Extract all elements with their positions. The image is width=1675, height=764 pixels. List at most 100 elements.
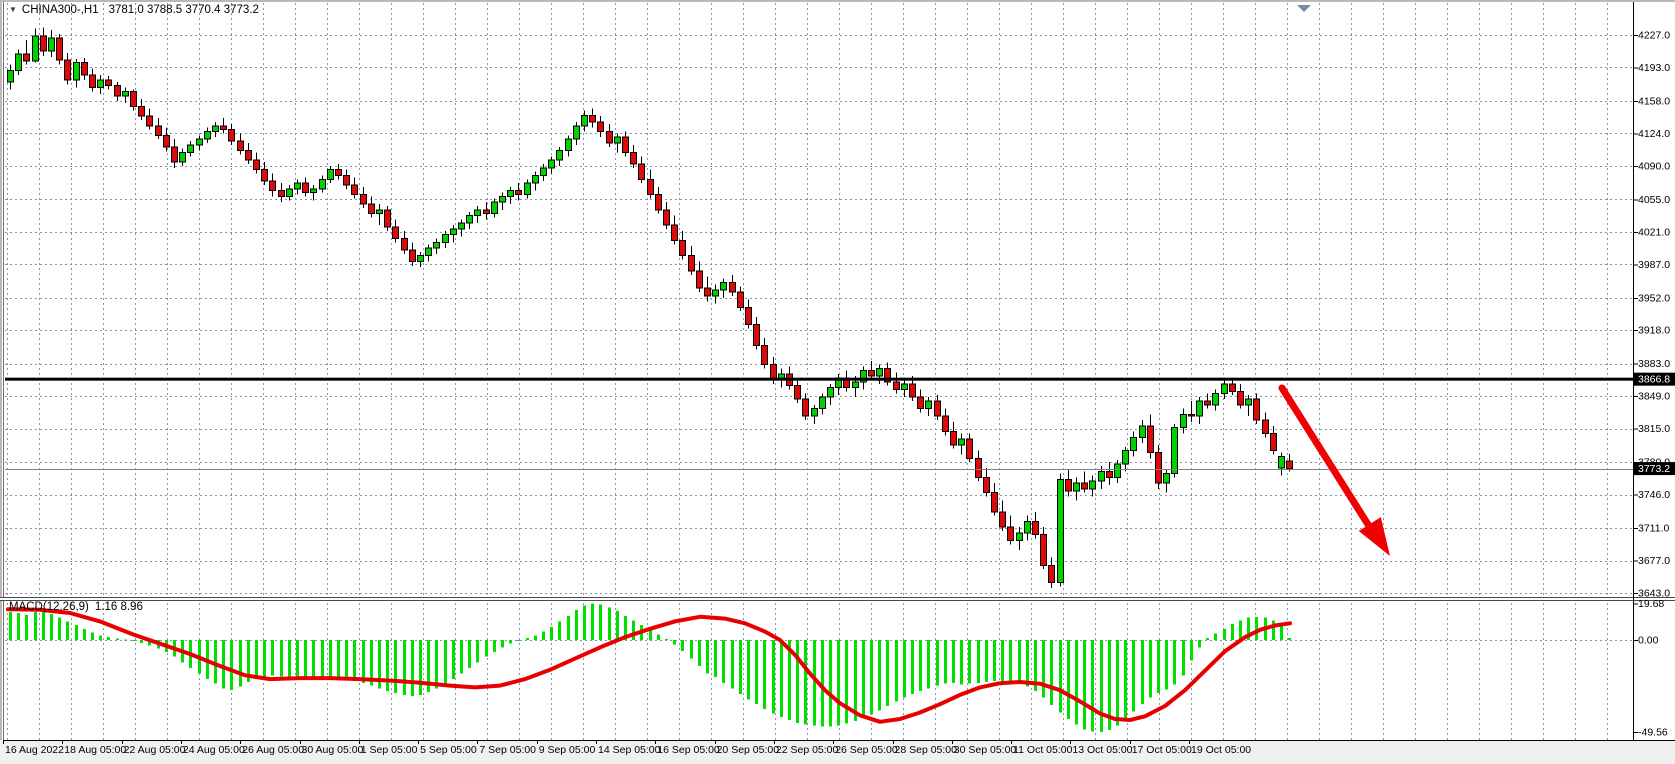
macd-bar (1091, 640, 1094, 732)
candle-body (549, 160, 555, 168)
macd-bar (403, 640, 406, 695)
candle-body (639, 164, 645, 179)
candle-body (566, 139, 572, 150)
candle-body (1115, 464, 1121, 477)
macd-axis-label: -49.56 (1638, 727, 1668, 739)
candle-body (1254, 399, 1260, 420)
macd-bar (599, 605, 602, 640)
time-axis-label: 9 Sep 05:00 (539, 744, 596, 756)
panel-separator[interactable] (0, 600, 1675, 601)
macd-bar (140, 640, 143, 643)
candle-body (853, 382, 859, 388)
candle-body (598, 122, 604, 132)
candle-body (992, 493, 998, 512)
price-axis-label: 3677.0 (1638, 555, 1670, 567)
candle-body (1008, 527, 1014, 540)
candle-body (74, 63, 80, 80)
panel-separator[interactable] (0, 597, 1675, 598)
candle-body (418, 256, 424, 262)
bid-price-line (5, 378, 1633, 381)
candle-body (459, 223, 465, 229)
price-axis-label: 4193.0 (1638, 62, 1670, 74)
candle-body (1123, 451, 1129, 464)
macd-bar (952, 640, 955, 683)
macd-bar (936, 640, 939, 686)
macd-bar (337, 640, 340, 679)
candle-body (623, 137, 629, 152)
candle-body (1000, 512, 1006, 527)
candle-body (1279, 456, 1285, 467)
candle-body (1107, 472, 1113, 478)
macd-bar (886, 640, 889, 706)
candle-body (803, 399, 809, 416)
macd-bar (17, 613, 20, 640)
candle-body (672, 225, 678, 240)
macd-bar (608, 607, 611, 640)
candle-body (557, 151, 563, 161)
macd-bar (1280, 626, 1283, 640)
candle-body (90, 75, 96, 87)
time-axis-label: 16 Aug 2022 (5, 744, 64, 756)
macd-bar (239, 640, 242, 687)
macd-bar (829, 640, 832, 726)
macd-bar (280, 640, 283, 676)
macd-bar (345, 640, 348, 680)
time-axis-label: 22 Aug 05:00 (124, 744, 186, 756)
macd-bar (796, 640, 799, 723)
macd-bar (1001, 640, 1004, 681)
macd-bar (296, 640, 299, 678)
candle-body (270, 181, 276, 191)
time-axis-label: 30 Aug 05:00 (302, 744, 364, 756)
candle-body (1099, 472, 1105, 482)
macd-bar (452, 640, 455, 679)
candle-body (336, 170, 342, 176)
candle-body (910, 384, 916, 397)
chart-canvas[interactable]: 4227.04193.04158.04124.04090.04055.04021… (0, 0, 1675, 764)
candle-body (656, 195, 662, 210)
macd-bar (968, 640, 971, 684)
macd-bar (132, 640, 135, 641)
price-axis-label: 3815.0 (1638, 423, 1670, 435)
candle-body (1017, 533, 1023, 541)
macd-bar (583, 606, 586, 640)
price-axis-label: 4055.0 (1638, 194, 1670, 206)
price-axis-label: 3883.0 (1638, 358, 1670, 370)
candle-body (254, 160, 260, 170)
time-axis-label: 17 Oct 05:00 (1132, 744, 1192, 756)
candle-body (918, 397, 924, 408)
price-axis-label: 3711.0 (1638, 523, 1669, 535)
macd-bar (911, 640, 914, 694)
macd-bar (649, 630, 652, 640)
macd-bar (772, 640, 775, 713)
candle-body (516, 191, 522, 195)
price-axis-label: 3746.0 (1638, 489, 1670, 501)
macd-bar (558, 621, 561, 640)
macd-bar (632, 620, 635, 640)
macd-bar (813, 640, 816, 726)
bid-price-tag: 3866.8 (1634, 373, 1675, 386)
macd-bar (1173, 640, 1176, 685)
last-price-tag-text: 3773.2 (1638, 463, 1670, 475)
macd-bar (706, 640, 709, 673)
candle-body (869, 370, 875, 376)
chevron-down-icon[interactable]: ▼ (9, 5, 17, 14)
candle-body (361, 195, 367, 205)
price-axis-label: 3849.0 (1638, 391, 1670, 403)
candle-body (689, 256, 695, 271)
candle-body (1049, 565, 1055, 582)
macd-bar (927, 640, 930, 688)
macd-bar (222, 640, 225, 688)
candle-body (115, 86, 121, 97)
macd-bar (1050, 640, 1053, 705)
candle-body (197, 139, 203, 145)
time-axis-label: 18 Aug 05:00 (64, 744, 126, 756)
macd-bar (714, 640, 717, 677)
macd-bar (9, 612, 12, 640)
macd-bar (739, 640, 742, 694)
candle-body (680, 240, 686, 255)
macd-bar (255, 640, 258, 678)
macd-bar (1018, 640, 1021, 684)
macd-bar (698, 640, 701, 666)
macd-bar (312, 640, 315, 679)
macd-bar (50, 614, 53, 640)
